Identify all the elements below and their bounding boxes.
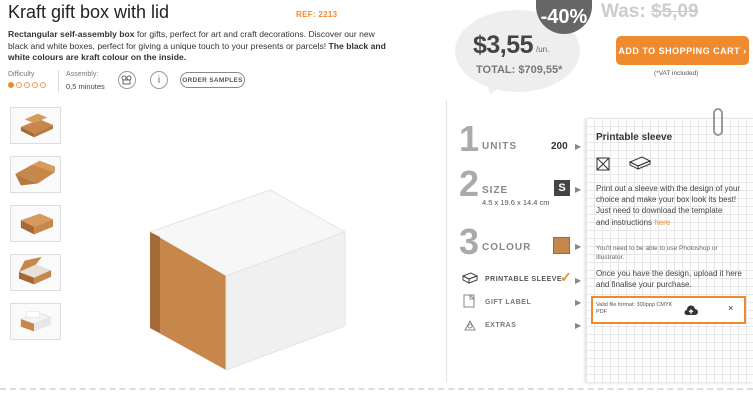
panel-text-4: You'll need to be able to use Photoshop … (596, 245, 718, 261)
unit-price: $3,55 (473, 31, 534, 59)
thumbnail-image (20, 113, 53, 138)
no-sleeve-icon[interactable] (596, 157, 610, 171)
extras-icon (464, 319, 476, 331)
thumbnail-image (15, 160, 55, 186)
difficulty-dot (24, 82, 30, 88)
column-divider (446, 100, 447, 382)
extras-chevron-icon[interactable]: ▶ (575, 321, 581, 330)
was-price: Was: $5,09 (601, 1, 699, 23)
dashed-divider (0, 388, 753, 390)
step-number-1: 1 (459, 118, 480, 159)
upload-hint: Valid file format: 300ppp CMYK PDF (596, 302, 673, 315)
price-unit: /un. (536, 45, 550, 54)
thumbnail-image (20, 213, 53, 235)
sleeve-chevron-icon[interactable]: ▶ (575, 276, 581, 285)
panel-text-1: Print out a sleeve with the design of yo… (596, 184, 741, 204)
option-extras[interactable]: EXTRAS (485, 322, 516, 329)
thumbnail-3[interactable] (10, 205, 61, 242)
product-ref: REF: 2213 (296, 10, 338, 19)
cloud-upload-icon[interactable] (684, 305, 698, 317)
size-dimensions: 4.5 x 19.6 x 14.4 cm (482, 198, 550, 207)
difficulty-dot (40, 82, 46, 88)
close-icon[interactable]: × (728, 303, 733, 313)
option-printable-sleeve[interactable]: PRINTABLE SLEEVE (485, 276, 562, 283)
colour-label: COLOUR (482, 242, 532, 253)
assembly-label: Assembly: (66, 71, 99, 78)
panel-text-5: Once you have the design, upload it here… (596, 269, 742, 289)
video-icon-glyph (121, 75, 132, 85)
assembly-value: 0,5 minutes (66, 82, 105, 91)
gift-label-chevron-icon[interactable]: ▶ (575, 298, 581, 307)
total-price: TOTAL: $709,55* (476, 64, 563, 76)
units-value[interactable]: 200 (551, 141, 568, 152)
sleeve-icon (462, 272, 478, 284)
video-icon[interactable] (118, 71, 136, 89)
panel-text-3-label: and instructions (596, 218, 655, 227)
thumbnail-image (18, 256, 52, 285)
difficulty-dot (16, 82, 22, 88)
was-amount: $5,09 (650, 1, 699, 22)
option-gift-label[interactable]: GIFT LABEL (485, 299, 531, 306)
difficulty-dot (32, 82, 38, 88)
thumbnail-image (20, 311, 52, 332)
vat-note: (*VAT included) (654, 70, 699, 77)
thumbnail-4[interactable] (10, 254, 61, 291)
was-label: Was: (601, 1, 651, 22)
sleeve-option-icon[interactable] (628, 155, 652, 171)
template-link[interactable]: here (654, 218, 670, 227)
main-product-image (148, 189, 347, 371)
difficulty-rating (8, 82, 46, 88)
colour-swatch[interactable] (553, 237, 570, 254)
thumbnail-2[interactable] (10, 156, 61, 193)
info-icon[interactable]: i (150, 71, 168, 89)
desc-bold-1: Rectangular self-assembly box (8, 29, 135, 39)
difficulty-label: Difficulty (8, 71, 35, 78)
step-number-3: 3 (459, 221, 480, 262)
colour-chevron-icon[interactable]: ▶ (575, 242, 581, 251)
size-value[interactable]: S (554, 180, 570, 196)
add-to-cart-button[interactable]: ADD TO SHOPPING CART › (616, 36, 749, 65)
units-label: UNITS (482, 141, 517, 152)
size-label: SIZE (482, 185, 509, 196)
panel-text-2: Just need to download the template (596, 206, 723, 215)
paperclip-icon (713, 108, 723, 136)
difficulty-dot (8, 82, 14, 88)
product-title: Kraft gift box with lid (8, 2, 170, 22)
thumbnail-1[interactable] (10, 107, 61, 144)
product-description: Rectangular self-assembly box for gifts,… (8, 29, 386, 64)
thumbnail-5[interactable] (10, 303, 61, 340)
panel-text-3: and instructions here (596, 218, 746, 229)
units-chevron-icon[interactable]: ▶ (575, 142, 581, 151)
divider (58, 70, 59, 92)
size-chevron-icon[interactable]: ▶ (575, 185, 581, 194)
gift-label-icon (463, 294, 476, 308)
selected-check-icon: ✓ (560, 269, 572, 285)
order-samples-button[interactable]: ORDER SAMPLES (180, 72, 245, 88)
step-number-2: 2 (459, 163, 480, 204)
panel-title: Printable sleeve (596, 132, 673, 143)
